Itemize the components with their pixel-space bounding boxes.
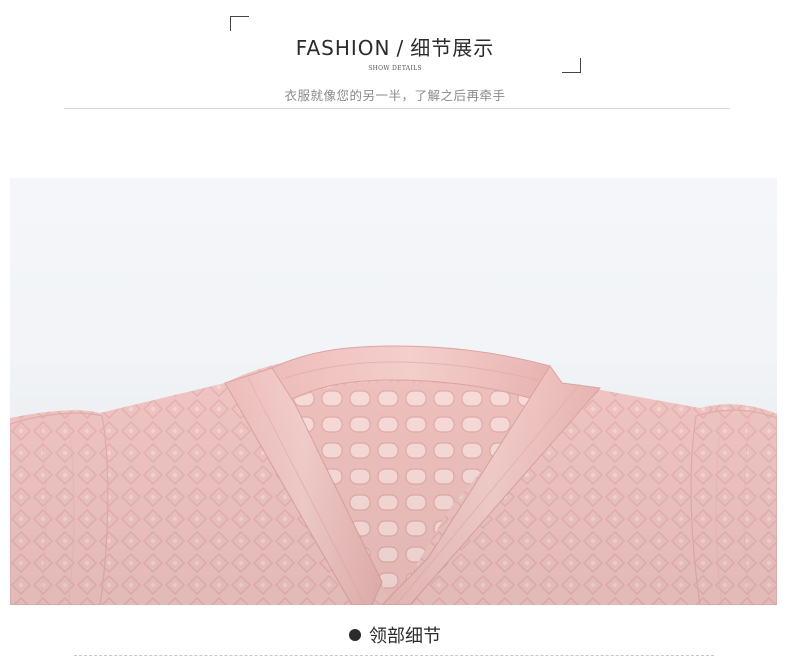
bullet-icon — [349, 629, 361, 641]
caption-divider — [74, 655, 714, 656]
corner-bracket-top-left — [230, 16, 249, 31]
product-photo — [10, 178, 777, 605]
subtitle-en: SHOW DETAILS — [368, 65, 422, 72]
cardigan-neckline-illustration — [10, 345, 777, 605]
title-separator: / — [396, 36, 405, 60]
title-cn: 细节展示 — [410, 36, 495, 60]
section-title: FASHION / 细节展示 — [0, 32, 790, 61]
title-en: FASHION — [295, 36, 391, 60]
caption-label: 领部细节 — [369, 626, 441, 647]
tagline: 衣服就像您的另一半，了解之后再牵手 — [284, 88, 506, 103]
header-divider — [64, 108, 730, 109]
detail-caption: 领部细节 — [0, 622, 790, 648]
